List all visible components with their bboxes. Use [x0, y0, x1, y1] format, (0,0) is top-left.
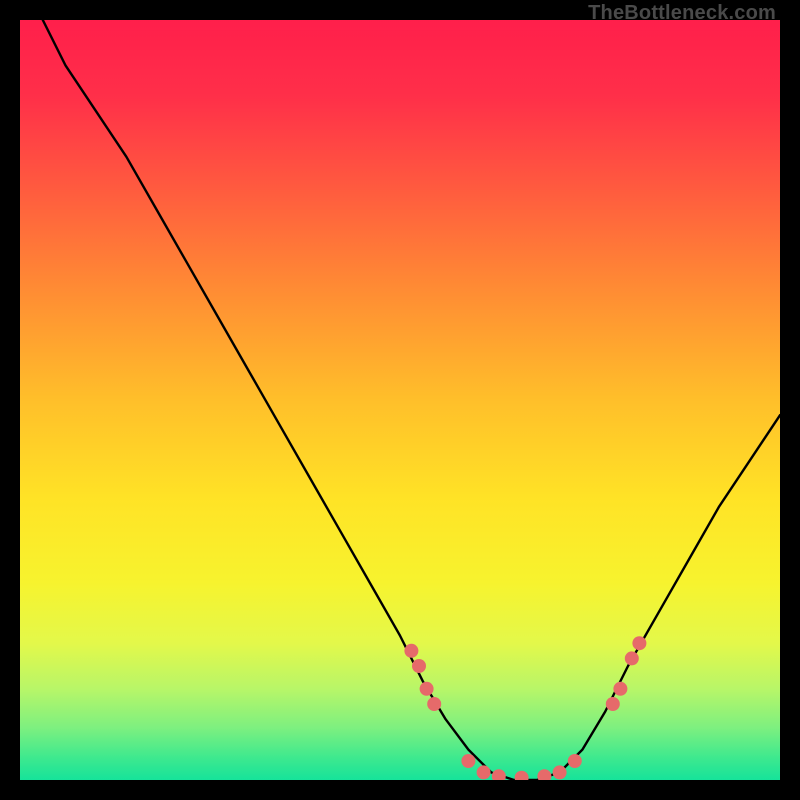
highlight-dot	[625, 651, 639, 665]
highlight-dot	[553, 765, 567, 779]
highlight-dot	[412, 659, 426, 673]
highlight-dot	[427, 697, 441, 711]
highlight-dot	[606, 697, 620, 711]
gradient-background	[20, 20, 780, 780]
highlight-dot	[613, 682, 627, 696]
highlight-dot	[420, 682, 434, 696]
highlight-dot	[404, 644, 418, 658]
highlight-dot	[568, 754, 582, 768]
watermark-text: TheBottleneck.com	[588, 2, 776, 25]
highlight-dot	[461, 754, 475, 768]
highlight-dot	[477, 765, 491, 779]
highlight-dot	[632, 636, 646, 650]
plot-area	[20, 20, 780, 780]
bottleneck-chart	[20, 20, 780, 780]
